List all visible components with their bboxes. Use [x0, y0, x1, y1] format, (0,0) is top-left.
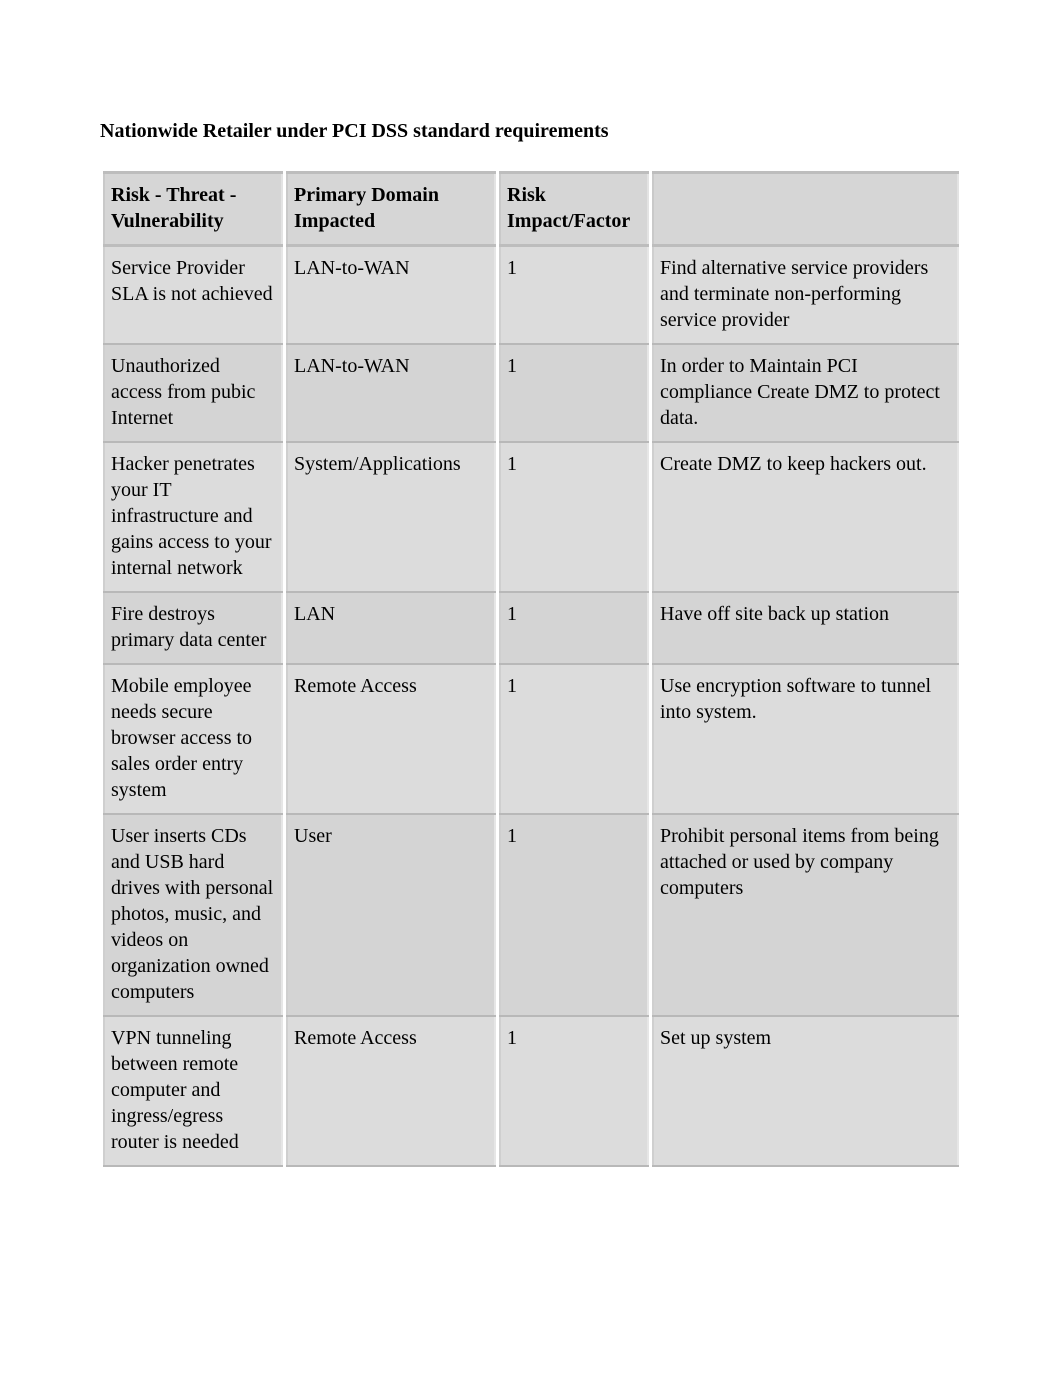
cell-risk: Hacker penetrates your IT infrastructure… — [103, 443, 283, 593]
cell-impact: 1 — [499, 345, 649, 443]
cell-risk: User inserts CDs and USB hard drives wit… — [103, 815, 283, 1017]
table-header-row: Risk - Threat - Vulnerability Primary Do… — [103, 171, 959, 247]
header-action — [652, 171, 959, 247]
cell-domain: Remote Access — [286, 665, 496, 815]
cell-action: Create DMZ to keep hackers out. — [652, 443, 959, 593]
table-row: Mobile employee needs secure browser acc… — [103, 665, 959, 815]
header-risk: Risk - Threat - Vulnerability — [103, 171, 283, 247]
cell-impact: 1 — [499, 665, 649, 815]
cell-risk: Unauthorized access from pubic Internet — [103, 345, 283, 443]
header-domain: Primary Domain Impacted — [286, 171, 496, 247]
cell-action: Prohibit personal items from being attac… — [652, 815, 959, 1017]
cell-action: Set up system — [652, 1017, 959, 1167]
cell-risk: Fire destroys primary data center — [103, 593, 283, 665]
table-row: Fire destroys primary data center LAN 1 … — [103, 593, 959, 665]
cell-domain: System/Applications — [286, 443, 496, 593]
cell-domain: LAN — [286, 593, 496, 665]
cell-domain: Remote Access — [286, 1017, 496, 1167]
table-row: User inserts CDs and USB hard drives wit… — [103, 815, 959, 1017]
table-row: Unauthorized access from pubic Internet … — [103, 345, 959, 443]
cell-risk: VPN tunneling between remote computer an… — [103, 1017, 283, 1167]
cell-risk: Mobile employee needs secure browser acc… — [103, 665, 283, 815]
cell-action: Use encryption software to tunnel into s… — [652, 665, 959, 815]
cell-impact: 1 — [499, 1017, 649, 1167]
cell-domain: LAN-to-WAN — [286, 247, 496, 345]
table-row: VPN tunneling between remote computer an… — [103, 1017, 959, 1167]
cell-impact: 1 — [499, 593, 649, 665]
cell-domain: User — [286, 815, 496, 1017]
cell-risk: Service Provider SLA is not achieved — [103, 247, 283, 345]
cell-domain: LAN-to-WAN — [286, 345, 496, 443]
page-title: Nationwide Retailer under PCI DSS standa… — [100, 120, 962, 143]
cell-action: Have off site back up station — [652, 593, 959, 665]
cell-impact: 1 — [499, 815, 649, 1017]
table-row: Hacker penetrates your IT infrastructure… — [103, 443, 959, 593]
cell-action: Find alternative service providers and t… — [652, 247, 959, 345]
header-impact: Risk Impact/Factor — [499, 171, 649, 247]
cell-impact: 1 — [499, 443, 649, 593]
cell-action: In order to Maintain PCI compliance Crea… — [652, 345, 959, 443]
risk-table: Risk - Threat - Vulnerability Primary Do… — [100, 171, 962, 1167]
cell-impact: 1 — [499, 247, 649, 345]
table-row: Service Provider SLA is not achieved LAN… — [103, 247, 959, 345]
